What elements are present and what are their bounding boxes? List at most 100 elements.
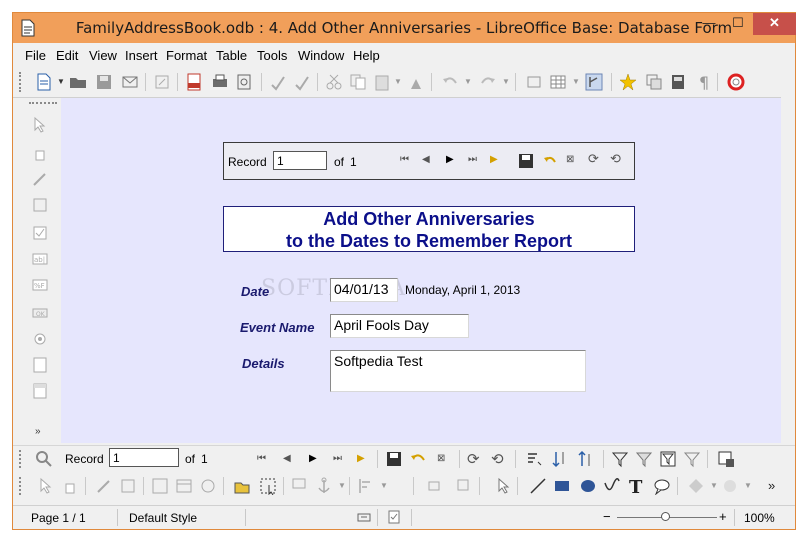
basic-shapes-icon[interactable] — [687, 477, 705, 495]
symbol-shapes-dropdown-icon[interactable]: ▼ — [744, 481, 752, 490]
last-record-icon[interactable]: ⏭ — [468, 154, 477, 165]
send-backward-icon[interactable] — [453, 477, 471, 495]
save-icon[interactable] — [95, 73, 113, 91]
autofilter-icon[interactable] — [611, 450, 629, 468]
menu-insert[interactable]: Insert — [125, 48, 158, 63]
more-controls-chevron-icon[interactable]: » — [35, 426, 41, 437]
help-lifebuoy-icon[interactable] — [727, 73, 745, 91]
email-icon[interactable] — [121, 73, 139, 91]
new-record-icon[interactable]: ▶ — [357, 453, 365, 464]
design-mode-hand-icon[interactable] — [61, 477, 79, 495]
sort-descending-icon[interactable] — [577, 450, 595, 468]
automatic-control-focus-icon[interactable] — [259, 477, 277, 495]
zoom-in-button[interactable]: + — [719, 509, 727, 524]
maximize-button[interactable]: ☐ — [724, 13, 752, 35]
sort-ascending-icon[interactable] — [551, 450, 569, 468]
menu-help[interactable]: Help — [353, 48, 380, 63]
spellcheck-icon[interactable] — [269, 73, 287, 91]
sort-icon[interactable] — [525, 450, 543, 468]
menu-tools[interactable]: Tools — [257, 48, 287, 63]
refresh-control-icon[interactable]: ⟲ — [491, 450, 504, 468]
push-button-control-icon[interactable]: OK — [31, 304, 49, 322]
toolbar-record-input[interactable]: 1 — [109, 448, 179, 467]
ellipse-icon[interactable] — [579, 477, 597, 495]
control-wizards-icon[interactable] — [95, 477, 113, 495]
copy-icon[interactable] — [349, 73, 367, 91]
add-field-icon[interactable] — [175, 477, 193, 495]
apply-filter-icon[interactable] — [635, 450, 653, 468]
menu-edit[interactable]: Edit — [56, 48, 78, 63]
select-pointer-icon[interactable] — [37, 477, 55, 495]
date-field[interactable]: 04/01/13 — [330, 278, 398, 302]
refresh-control-icon[interactable]: ⟲ — [610, 151, 621, 167]
undo-dropdown-icon[interactable]: ▼ — [464, 77, 472, 86]
rectangle-icon[interactable] — [553, 477, 571, 495]
vertical-scrollbar[interactable] — [781, 97, 795, 442]
document-modified-icon[interactable] — [387, 510, 401, 524]
cut-icon[interactable] — [325, 73, 343, 91]
anchor-dropdown-icon[interactable]: ▼ — [338, 481, 346, 490]
line-icon[interactable] — [529, 477, 547, 495]
menu-format[interactable]: Format — [166, 48, 207, 63]
text-box-control-icon[interactable]: ab| — [31, 250, 49, 268]
list-box-control-icon[interactable] — [31, 356, 49, 374]
table-dropdown-icon[interactable]: ▼ — [572, 77, 580, 86]
next-record-icon[interactable]: ▶ — [446, 154, 454, 165]
open-folder-icon[interactable] — [69, 73, 87, 91]
undo-icon[interactable] — [441, 73, 459, 91]
paste-icon[interactable] — [373, 73, 391, 91]
next-record-icon[interactable]: ▶ — [309, 453, 317, 464]
form-navigator-icon[interactable] — [151, 477, 169, 495]
new-dropdown-icon[interactable]: ▼ — [57, 77, 65, 86]
undo-record-icon[interactable] — [542, 153, 558, 169]
design-mode-hand-icon[interactable] — [31, 144, 49, 162]
select-objects-icon[interactable] — [495, 477, 513, 495]
details-field[interactable]: Softpedia Test — [330, 350, 586, 392]
save-record-icon[interactable] — [518, 153, 534, 169]
save-record-icon[interactable] — [385, 450, 403, 468]
zoom-slider-thumb[interactable] — [661, 512, 670, 521]
export-pdf-icon[interactable] — [185, 73, 203, 91]
redo-dropdown-icon[interactable]: ▼ — [502, 77, 510, 86]
page-style-indicator[interactable]: Default Style — [129, 511, 197, 525]
edit-file-icon[interactable] — [153, 73, 171, 91]
autocheck-spelling-icon[interactable] — [293, 73, 311, 91]
formatted-field-icon[interactable]: %F — [31, 276, 49, 294]
zoom-out-button[interactable]: − — [603, 509, 611, 524]
hyperlink-icon[interactable] — [525, 73, 543, 91]
bring-forward-icon[interactable] — [427, 477, 445, 495]
print-icon[interactable] — [211, 73, 229, 91]
align-dropdown-icon[interactable]: ▼ — [380, 481, 388, 490]
gallery-star-icon[interactable] — [619, 73, 637, 91]
delete-record-icon[interactable]: ⊠ — [437, 453, 445, 464]
combo-box-control-icon[interactable] — [31, 382, 49, 400]
checkbox-control-icon[interactable] — [31, 224, 49, 242]
minimize-button[interactable]: — — [695, 13, 723, 35]
new-record-icon[interactable]: ▶ — [490, 154, 498, 165]
basic-shapes-dropdown-icon[interactable]: ▼ — [710, 481, 718, 490]
first-record-icon[interactable]: ⏮ — [400, 154, 409, 165]
select-pointer-icon[interactable] — [31, 116, 49, 134]
new-document-icon[interactable] — [35, 73, 53, 91]
option-button-control-icon[interactable] — [31, 330, 49, 348]
table-icon[interactable] — [549, 73, 567, 91]
reset-filter-icon[interactable] — [683, 450, 701, 468]
find-record-icon[interactable] — [35, 450, 53, 468]
toolbar-grip[interactable] — [29, 102, 57, 104]
form-design-toggle-icon[interactable] — [585, 73, 603, 91]
paste-dropdown-icon[interactable]: ▼ — [394, 77, 402, 86]
refresh-icon[interactable]: ⟳ — [467, 450, 480, 468]
title-bar[interactable]: FamilyAddressBook.odb : 4. Add Other Ann… — [13, 13, 796, 43]
nav-record-input[interactable]: 1 — [273, 151, 327, 170]
menu-view[interactable]: View — [89, 48, 117, 63]
delete-record-icon[interactable]: ⊠ — [566, 154, 574, 165]
toolbar-grip[interactable] — [19, 450, 22, 468]
position-and-size-icon[interactable] — [291, 477, 309, 495]
close-button[interactable]: ✕ — [753, 13, 796, 35]
data-source-as-table-icon[interactable] — [717, 450, 735, 468]
menu-window[interactable]: Window — [298, 48, 344, 63]
freeform-line-icon[interactable] — [603, 477, 621, 495]
more-tools-chevron-icon[interactable]: » — [768, 478, 775, 493]
activation-order-icon[interactable] — [199, 477, 217, 495]
menu-file[interactable]: File — [25, 48, 46, 63]
